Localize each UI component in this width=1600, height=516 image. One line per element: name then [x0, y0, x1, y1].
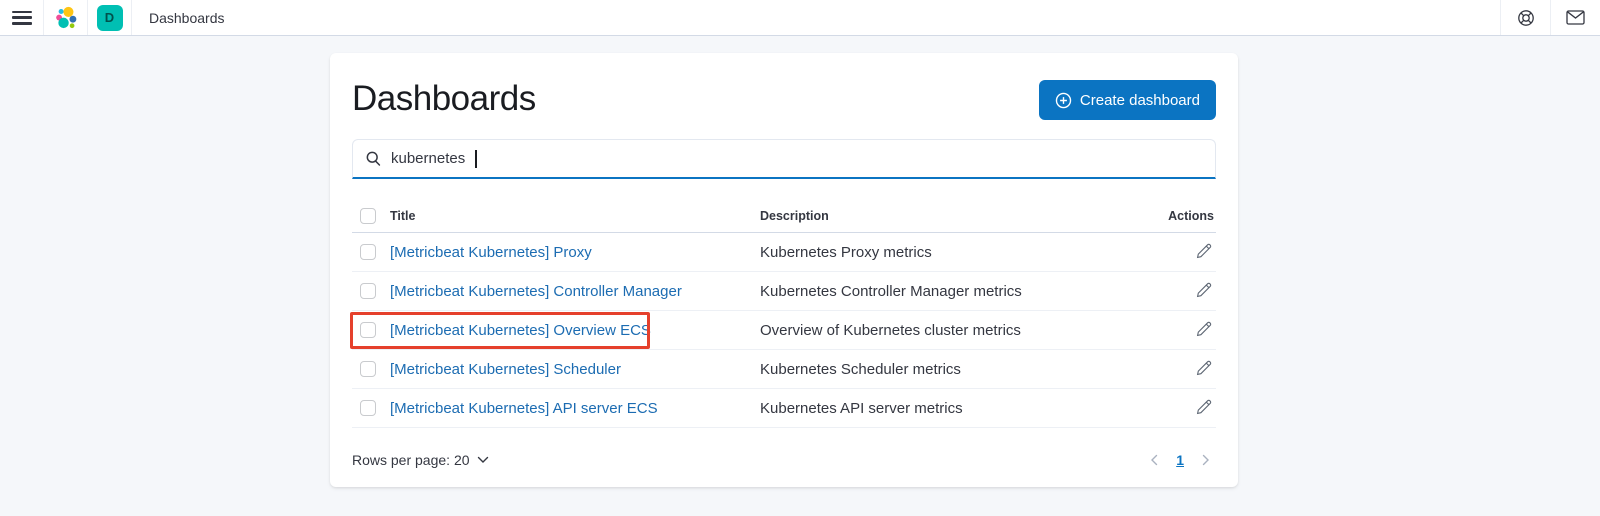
chevron-right-icon [1202, 454, 1210, 466]
row-checkbox[interactable] [360, 322, 376, 338]
edit-button[interactable] [1194, 241, 1214, 261]
chevron-left-icon [1150, 454, 1158, 466]
dashboard-link[interactable]: [Metricbeat Kubernetes] API server ECS [390, 400, 658, 417]
plus-in-circle-icon [1055, 92, 1072, 109]
help-icon [1517, 9, 1535, 27]
row-checkbox[interactable] [360, 244, 376, 260]
home-button[interactable] [44, 0, 88, 35]
dashboard-description: Overview of Kubernetes cluster metrics [760, 321, 1021, 339]
table-row-highlighted: [Metricbeat Kubernetes] Overview ECS Ove… [352, 311, 1216, 350]
pagination: 1 [1144, 450, 1216, 470]
page-title: Dashboards [352, 79, 536, 118]
table-row: [Metricbeat Kubernetes] Proxy Kubernetes… [352, 233, 1216, 272]
dashboard-description: Kubernetes Controller Manager metrics [760, 282, 1022, 300]
column-header-actions: Actions [1168, 208, 1214, 223]
table-footer: Rows per page: 20 1 [352, 444, 1216, 476]
column-header-description: Description [760, 208, 829, 223]
rows-per-page-label: Rows per page: 20 [352, 452, 470, 468]
dashboard-description: Kubernetes Scheduler metrics [760, 360, 961, 378]
chevron-down-icon [477, 456, 489, 464]
create-dashboard-button[interactable]: Create dashboard [1038, 80, 1216, 120]
space-selector[interactable]: D [88, 0, 132, 35]
row-checkbox[interactable] [360, 283, 376, 299]
row-checkbox[interactable] [360, 400, 376, 416]
table-row: [Metricbeat Kubernetes] Scheduler Kubern… [352, 350, 1216, 389]
menu-button[interactable] [0, 0, 44, 35]
help-button[interactable] [1500, 0, 1550, 35]
dashboard-description: Kubernetes Proxy metrics [760, 243, 932, 261]
edit-button[interactable] [1194, 280, 1214, 300]
dashboards-table: Title Description Actions [Metricbeat Ku… [350, 199, 1216, 428]
menu-icon [11, 10, 32, 25]
dashboard-link[interactable]: [Metricbeat Kubernetes] Controller Manag… [390, 283, 682, 300]
column-header-title: Title [390, 208, 416, 223]
newsfeed-button[interactable] [1550, 0, 1600, 35]
space-avatar: D [96, 4, 123, 31]
previous-page-button[interactable] [1144, 452, 1164, 468]
table-row: [Metricbeat Kubernetes] Controller Manag… [352, 272, 1216, 311]
dashboard-description: Kubernetes API server metrics [760, 399, 963, 417]
select-all-checkbox[interactable] [360, 207, 376, 224]
newsfeed-icon [1566, 10, 1585, 25]
breadcrumb: Dashboards [149, 9, 225, 26]
elastic-logo [53, 5, 79, 31]
dashboards-panel: Dashboards Create dashboard kubernetes T… [330, 53, 1238, 487]
search-icon [365, 150, 382, 167]
page-number-1[interactable]: 1 [1170, 450, 1190, 470]
table-row: [Metricbeat Kubernetes] API server ECS K… [352, 389, 1216, 428]
dashboard-link[interactable]: [Metricbeat Kubernetes] Scheduler [390, 361, 621, 378]
edit-button[interactable] [1194, 358, 1214, 378]
create-dashboard-label: Create dashboard [1079, 91, 1200, 109]
text-cursor [475, 149, 477, 168]
search-input[interactable]: kubernetes [352, 139, 1216, 179]
search-input-value: kubernetes [391, 150, 466, 167]
rows-per-page-button[interactable]: Rows per page: 20 [352, 452, 489, 468]
edit-button[interactable] [1194, 319, 1214, 339]
table-header-row: Title Description Actions [352, 199, 1216, 233]
next-page-button[interactable] [1196, 452, 1216, 468]
row-checkbox[interactable] [360, 361, 376, 377]
dashboard-link[interactable]: [Metricbeat Kubernetes] Proxy [390, 244, 592, 261]
dashboard-link[interactable]: [Metricbeat Kubernetes] Overview ECS [390, 322, 651, 339]
top-navigation-bar: D Dashboards [0, 0, 1600, 36]
edit-button[interactable] [1194, 397, 1214, 417]
